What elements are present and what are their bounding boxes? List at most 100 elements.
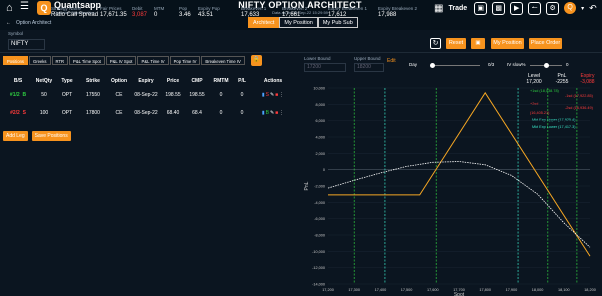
x-tick-label: 18,100 <box>558 288 570 292</box>
edit-icon[interactable]: ✎ <box>270 110 274 116</box>
x-tick-label: 17,900 <box>506 288 518 292</box>
x-tick-label: 17,200 <box>322 288 334 292</box>
y-tick-label: 4,000 <box>315 136 325 140</box>
x-tick-label: 18,000 <box>532 288 544 292</box>
y-tick-label: 8,000 <box>315 103 325 107</box>
col-price: Price <box>166 78 180 84</box>
leg-buy-sell: #1/2 B <box>9 92 27 98</box>
tab-pl-time-iv[interactable]: P&L Time IV <box>137 56 169 65</box>
window-icon[interactable]: ▣ <box>474 1 488 15</box>
leg-buy-sell: #2/2 S <box>10 110 26 116</box>
briefcase-icon[interactable]: ▣ <box>471 38 485 49</box>
col-rmtm: RMTM <box>213 78 229 84</box>
col-type: Type <box>61 78 73 84</box>
col-strike: Strike <box>86 78 100 84</box>
lower-bound-label: Lower Bound <box>304 56 331 61</box>
tab-greeks[interactable]: Greeks <box>29 56 51 65</box>
breakeven-1-field: Breakeven 1 17,633 <box>241 6 267 18</box>
cell-price: 68.40 <box>166 110 180 116</box>
table-row[interactable]: #2/2 S 100 OPT 17800 CE 08-Sep-22 68.40 … <box>3 104 295 122</box>
x-tick-label: 17,300 <box>348 288 360 292</box>
tab-breakeven-time-iv[interactable]: Breakeven Time IV <box>201 56 245 65</box>
more-icon[interactable]: ⋮ <box>279 92 284 98</box>
day-slider[interactable] <box>432 65 480 66</box>
table-row[interactable]: #1/2 B 50 OPT 17550 CE 08-Sep-22 198.55 … <box>3 86 295 104</box>
video-icon[interactable]: ▶ <box>510 1 524 15</box>
table-actions: Add Leg Save Positions <box>3 131 71 141</box>
x-tick-label: 17,500 <box>401 288 413 292</box>
cell-strike: 17550 <box>86 92 100 98</box>
avatar[interactable]: Q <box>564 2 577 14</box>
tab-pl-time-spot[interactable]: P&L Time Spot <box>69 56 105 65</box>
tab-my-pub-sub[interactable]: My Pub Sub <box>317 17 358 28</box>
cell-qty: 50 <box>41 92 47 98</box>
sell-toggle-icon[interactable]: S <box>266 92 269 98</box>
x-tick-label: 17,800 <box>479 288 491 292</box>
settings-icon[interactable]: ⚙ <box>546 1 560 15</box>
analysis-tabs: Positions Greeks RTR P&L Time Spot P&L I… <box>3 56 246 65</box>
home-icon[interactable]: ⌂ <box>6 2 18 14</box>
save-positions-button[interactable]: Save Positions <box>31 131 71 141</box>
y-tick-label: -4,000 <box>314 201 325 205</box>
edit-icon[interactable]: ✎ <box>270 92 274 98</box>
cell-type: OPT <box>61 92 73 98</box>
share-icon[interactable]: ↼ <box>528 1 542 15</box>
chevron-down-icon[interactable]: ▾ <box>581 5 584 12</box>
symbol-selector[interactable]: NIFTY <box>8 39 45 50</box>
cell-pl: 0 <box>240 110 244 116</box>
cell-option: CE <box>115 92 123 98</box>
upper-bound-input[interactable]: 18200 <box>354 63 384 72</box>
tab-pl-iv-spot[interactable]: P&L IV Spot <box>105 56 137 65</box>
edit-bounds-link[interactable]: Edit <box>387 58 396 64</box>
cell-rmtm: 0 <box>219 92 223 98</box>
menu-icon[interactable]: ☰ <box>20 1 29 12</box>
row-actions: ▮ S ✎ ■ ⋮ <box>251 86 295 104</box>
trade-button[interactable]: Trade <box>448 5 467 12</box>
payoff-chart[interactable]: 10,000 8,000 6,000 4,000 2,000 0 -2,000 -4,000 -… <box>300 80 600 296</box>
col-expiry: Expiry <box>138 78 154 84</box>
quantsapp-logo: Q <box>37 1 51 15</box>
apps-grid-icon[interactable]: ▦ <box>434 3 443 14</box>
image-icon[interactable]: ▩ <box>492 1 506 15</box>
mtm-field: MTM 0 <box>154 6 165 18</box>
y-tick-label: 6,000 <box>315 119 325 123</box>
lock-icon[interactable]: 🔒 <box>251 55 262 66</box>
place-order-button[interactable]: Place Order <box>529 38 562 49</box>
day-slider-knob[interactable] <box>430 63 435 68</box>
table-header-row: B/S NetQty Type Strike Option Expiry Pri… <box>3 76 295 86</box>
y-tick-label: -12,000 <box>312 266 325 270</box>
add-leg-button[interactable]: Add Leg <box>3 131 28 141</box>
cell-cmp: 68.4 <box>192 110 202 116</box>
tab-positions[interactable]: Positions <box>3 56 28 65</box>
buy-toggle-icon[interactable]: B <box>266 110 269 116</box>
y-tick-label: -2,000 <box>314 185 325 189</box>
cell-price: 198.55 <box>165 92 181 98</box>
y-tick-label: -6,000 <box>314 217 325 221</box>
bookmark-icon[interactable]: ▮ <box>262 92 265 98</box>
tab-pop-time-iv[interactable]: Pop Time IV <box>169 56 201 65</box>
tab-architect[interactable]: Architect <box>248 17 280 28</box>
y-tick-label: -10,000 <box>312 250 325 254</box>
y-tick-label: -14,000 <box>312 283 325 287</box>
pop-field: Pop 3.46 <box>179 6 191 18</box>
bookmark-icon[interactable]: ▮ <box>262 110 265 116</box>
delete-icon[interactable]: ■ <box>275 110 278 116</box>
strategy-name-value: Ratio Call Spread <box>51 12 99 18</box>
refresh-icon[interactable]: ↻ <box>430 38 441 49</box>
cell-expiry: 08-Sep-22 <box>134 110 158 116</box>
more-icon[interactable]: ⋮ <box>279 110 284 116</box>
reset-button[interactable]: Reset <box>446 38 466 49</box>
symbol-label: Symbol <box>8 31 24 36</box>
breadcrumb-item[interactable]: Option Architect <box>16 20 51 26</box>
x-axis-label: Spot <box>454 292 465 296</box>
day-value: 0/3 <box>488 62 495 67</box>
tab-rtr[interactable]: RTR <box>51 56 69 65</box>
back-arrow-icon[interactable]: ← <box>6 20 11 26</box>
undo-icon[interactable]: ↶ <box>589 3 597 14</box>
breadcrumb: ← Option Architect <box>6 20 51 26</box>
lower-bound-input[interactable]: 17200 <box>304 63 346 72</box>
delete-icon[interactable]: ■ <box>275 92 278 98</box>
iv-slider-knob[interactable] <box>544 63 549 68</box>
tab-my-position[interactable]: My Position <box>279 17 318 28</box>
my-position-button[interactable]: My Position <box>491 38 524 49</box>
